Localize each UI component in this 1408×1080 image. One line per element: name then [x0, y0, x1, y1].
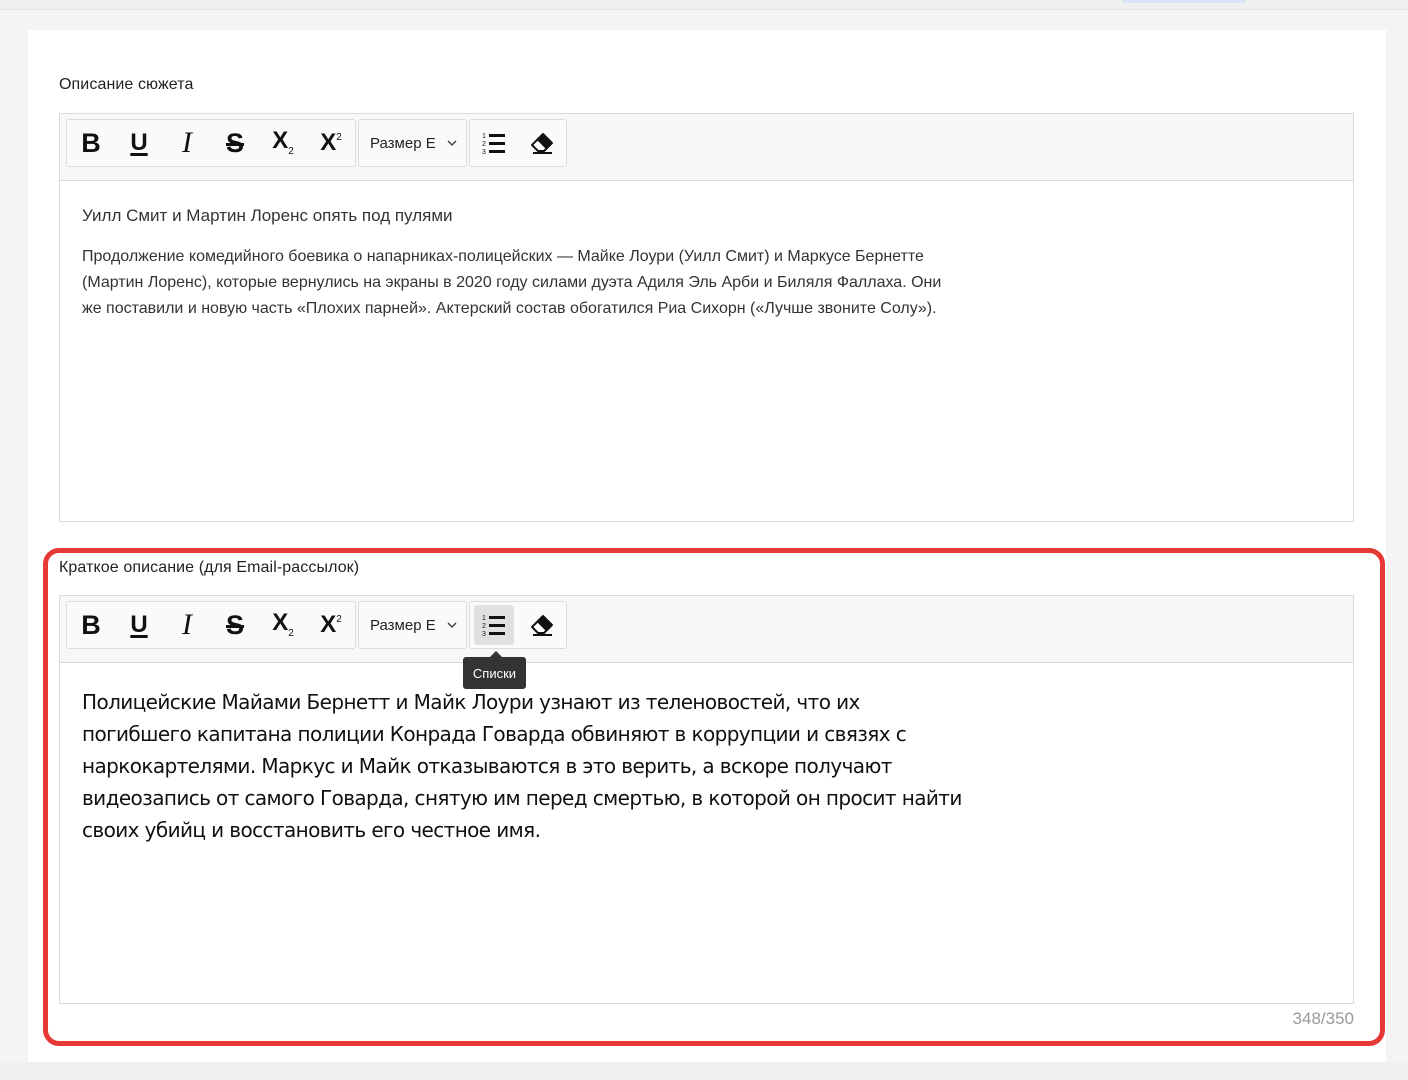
italic-icon: I [182, 126, 192, 159]
font-size-select[interactable]: Размер Е [363, 605, 463, 645]
list-clear-group: 1 2 3 [469, 601, 567, 649]
strikethrough-icon: S [225, 127, 244, 158]
subscript-icon: X2 [272, 609, 294, 639]
plot-description-content[interactable]: Уилл Смит и Мартин Лоренс опять под пуля… [60, 181, 1353, 521]
underline-button[interactable]: U [119, 123, 159, 163]
size-group: Размер Е [358, 601, 467, 649]
subscript-button[interactable]: X2 [263, 123, 303, 163]
top-tab-indicator [1122, 0, 1246, 3]
svg-text:2: 2 [482, 623, 486, 630]
subscript-icon: X2 [272, 127, 294, 157]
strikethrough-icon: S [225, 609, 244, 640]
list-clear-group: 1 2 3 [469, 119, 567, 167]
strikethrough-button[interactable]: S [215, 605, 255, 645]
chevron-down-icon [447, 140, 457, 146]
clear-format-button[interactable] [522, 123, 562, 163]
svg-text:3: 3 [482, 631, 486, 637]
underline-icon: U [130, 129, 148, 156]
plot-description-toolbar: B U I S X2 X2 Размер Е 1 2 3 [60, 114, 1353, 181]
italic-icon: I [182, 608, 192, 641]
italic-button[interactable]: I [167, 605, 207, 645]
bold-icon: B [81, 127, 101, 158]
size-group: Размер Е [358, 119, 467, 167]
page-bottom-strip [0, 1062, 1408, 1080]
short-description-editor: B U I S X2 X2 Размер Е 1 2 3 Полицейские… [59, 595, 1354, 1004]
superscript-icon: X2 [320, 611, 342, 638]
underline-button[interactable]: U [119, 605, 159, 645]
underline-icon: U [130, 611, 148, 638]
svg-text:1: 1 [482, 133, 486, 140]
clear-format-button[interactable] [522, 605, 562, 645]
subscript-button[interactable]: X2 [263, 605, 303, 645]
bold-icon: B [81, 609, 101, 640]
format-button-group: B U I S X2 X2 [66, 119, 356, 167]
top-bar [0, 0, 1408, 10]
short-description-body: Полицейские Майами Бернетт и Майк Лоури … [82, 690, 962, 842]
eraser-icon [531, 615, 553, 636]
superscript-icon: X2 [320, 129, 342, 156]
font-size-select-label: Размер Е [370, 134, 436, 152]
svg-text:1: 1 [482, 615, 486, 622]
superscript-button[interactable]: X2 [311, 123, 351, 163]
strikethrough-button[interactable]: S [215, 123, 255, 163]
ordered-list-icon: 1 2 3 [482, 133, 505, 155]
lists-tooltip: Списки [463, 651, 526, 689]
character-counter: 348/350 [1292, 1009, 1354, 1028]
plot-title: Уилл Смит и Мартин Лоренс опять под пуля… [82, 206, 453, 225]
ordered-list-button[interactable]: 1 2 3 [474, 605, 514, 645]
short-description-content[interactable]: Полицейские Майами Бернетт и Майк Лоури … [60, 663, 1353, 1003]
eraser-icon [531, 133, 553, 154]
format-button-group: B U I S X2 X2 [66, 601, 356, 649]
font-size-select-label: Размер Е [370, 616, 436, 634]
svg-text:2: 2 [482, 141, 486, 148]
ordered-list-button[interactable]: 1 2 3 [474, 123, 514, 163]
chevron-down-icon [447, 622, 457, 628]
italic-button[interactable]: I [167, 123, 207, 163]
bold-button[interactable]: B [71, 123, 111, 163]
short-description-label: Краткое описание (для Email-рассылок) [59, 559, 360, 576]
superscript-button[interactable]: X2 [311, 605, 351, 645]
plot-body: Продолжение комедийного боевика о напарн… [82, 248, 942, 317]
bold-button[interactable]: B [71, 605, 111, 645]
svg-text:3: 3 [482, 149, 486, 155]
ordered-list-icon: 1 2 3 [482, 615, 505, 637]
font-size-select[interactable]: Размер Е [363, 123, 463, 163]
plot-description-label: Описание сюжета [59, 76, 194, 93]
plot-description-editor: B U I S X2 X2 Размер Е 1 2 3 Уилл Смит и… [59, 113, 1354, 522]
short-description-toolbar: B U I S X2 X2 Размер Е 1 2 3 [60, 596, 1353, 663]
